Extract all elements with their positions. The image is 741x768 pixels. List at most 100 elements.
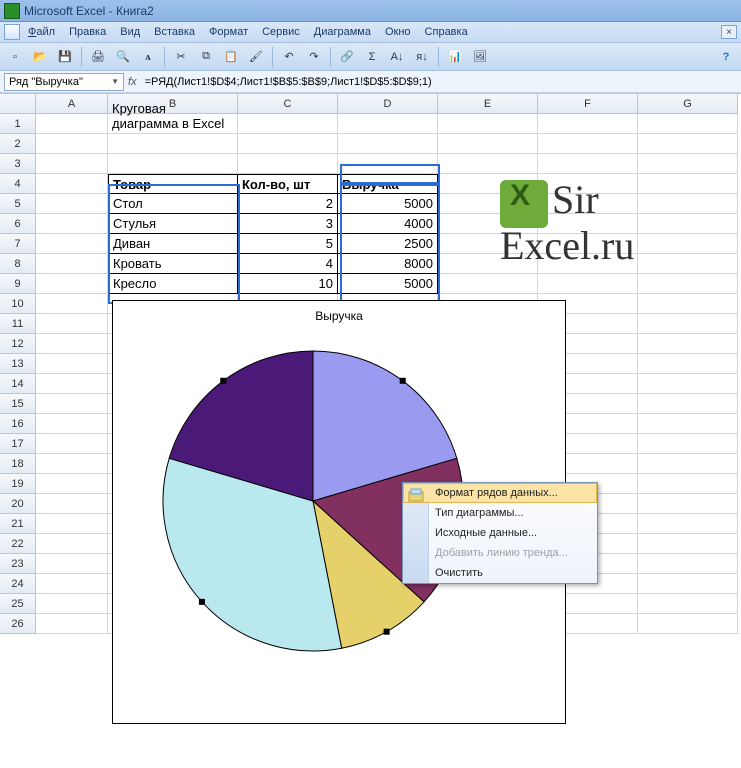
cell[interactable]: Кол-во, шт (238, 174, 338, 194)
cell[interactable] (638, 594, 738, 614)
autosum-icon[interactable]: Σ (361, 46, 383, 68)
cell[interactable] (638, 294, 738, 314)
cell[interactable]: Круговая диаграмма в Excel 2003 (108, 114, 238, 134)
cell[interactable] (638, 514, 738, 534)
selection-handle[interactable] (400, 378, 406, 384)
hyperlink-icon[interactable]: 🔗 (336, 46, 358, 68)
cell[interactable] (36, 194, 108, 214)
menu-window[interactable]: Окно (379, 24, 417, 40)
spellcheck-icon[interactable]: ᴀ (137, 46, 159, 68)
cell[interactable] (638, 154, 738, 174)
cell[interactable] (36, 574, 108, 594)
cell[interactable]: 4 (238, 254, 338, 274)
cell[interactable] (638, 414, 738, 434)
cell[interactable] (538, 274, 638, 294)
menu-insert[interactable]: Вставка (148, 24, 201, 40)
cell[interactable] (638, 454, 738, 474)
cell[interactable] (36, 394, 108, 414)
cell[interactable]: 5000 (338, 274, 438, 294)
cell[interactable] (36, 354, 108, 374)
cell[interactable]: 2500 (338, 234, 438, 254)
cell[interactable]: Кресло (108, 274, 238, 294)
cell[interactable] (338, 114, 438, 134)
row-header[interactable]: 13 (0, 354, 36, 374)
cell[interactable] (36, 614, 108, 634)
cell[interactable] (538, 254, 638, 274)
col-header[interactable] (0, 94, 36, 114)
cell[interactable] (638, 194, 738, 214)
cell[interactable] (338, 154, 438, 174)
row-header[interactable]: 25 (0, 594, 36, 614)
col-header[interactable]: C (238, 94, 338, 114)
formula-input[interactable] (141, 75, 737, 89)
row-header[interactable]: 2 (0, 134, 36, 154)
sort-desc-icon[interactable]: я↓ (411, 46, 433, 68)
col-header[interactable]: D (338, 94, 438, 114)
fx-icon[interactable]: fx (128, 76, 137, 88)
cell[interactable] (638, 614, 738, 634)
selection-handle[interactable] (199, 599, 205, 605)
cell[interactable] (538, 154, 638, 174)
cell[interactable] (638, 114, 738, 134)
menu-chart-type[interactable]: Тип диаграммы... (403, 503, 597, 523)
menu-format-series[interactable]: Формат рядов данных... (403, 483, 597, 503)
cell[interactable] (36, 294, 108, 314)
selection-handle[interactable] (220, 378, 226, 384)
row-header[interactable]: 15 (0, 394, 36, 414)
cell[interactable] (438, 134, 538, 154)
row-header[interactable]: 22 (0, 534, 36, 554)
chart-wizard-icon[interactable]: 📊 (444, 46, 466, 68)
row-header[interactable]: 16 (0, 414, 36, 434)
cell[interactable] (36, 114, 108, 134)
cell[interactable] (36, 214, 108, 234)
print-icon[interactable]: 🖨 (87, 46, 109, 68)
cell[interactable] (438, 174, 538, 194)
cell[interactable] (638, 274, 738, 294)
cell[interactable] (638, 494, 738, 514)
cut-icon[interactable]: ✂ (170, 46, 192, 68)
cell[interactable] (638, 474, 738, 494)
save-icon[interactable]: 💾 (54, 46, 76, 68)
copy-icon[interactable]: ⧉ (195, 46, 217, 68)
cell[interactable]: 2 (238, 194, 338, 214)
cell[interactable]: 4000 (338, 214, 438, 234)
cell[interactable] (36, 174, 108, 194)
cell[interactable] (36, 334, 108, 354)
cell[interactable] (36, 554, 108, 574)
cell[interactable] (538, 214, 638, 234)
cell[interactable]: Стулья (108, 214, 238, 234)
cell[interactable] (538, 194, 638, 214)
col-header[interactable]: A (36, 94, 108, 114)
cell[interactable] (36, 534, 108, 554)
row-header[interactable]: 6 (0, 214, 36, 234)
menu-source-data[interactable]: Исходные данные... (403, 523, 597, 543)
cell[interactable] (538, 114, 638, 134)
cell[interactable] (638, 434, 738, 454)
cell[interactable]: Стол (108, 194, 238, 214)
sort-asc-icon[interactable]: A↓ (386, 46, 408, 68)
cell[interactable] (338, 134, 438, 154)
menu-format[interactable]: Формат (203, 24, 254, 40)
redo-icon[interactable]: ↷ (303, 46, 325, 68)
cell[interactable] (638, 174, 738, 194)
cell[interactable] (638, 234, 738, 254)
cell[interactable] (36, 594, 108, 614)
paste-icon[interactable]: 📋 (220, 46, 242, 68)
menu-service[interactable]: Сервис (256, 24, 306, 40)
row-header[interactable]: 21 (0, 514, 36, 534)
menu-clear[interactable]: Очистить (403, 563, 597, 583)
cell[interactable]: Выручка (338, 174, 438, 194)
open-icon[interactable]: 📂 (29, 46, 51, 68)
cell[interactable]: 5000 (338, 194, 438, 214)
cell[interactable] (36, 414, 108, 434)
row-header[interactable]: 26 (0, 614, 36, 634)
cell[interactable] (638, 394, 738, 414)
row-header[interactable]: 14 (0, 374, 36, 394)
cell[interactable] (438, 194, 538, 214)
name-box[interactable]: Ряд "Выручка" ▼ (4, 73, 124, 91)
menu-file[interactable]: Файл (22, 24, 61, 40)
cell[interactable] (538, 174, 638, 194)
cell[interactable] (438, 274, 538, 294)
row-header[interactable]: 23 (0, 554, 36, 574)
row-header[interactable]: 18 (0, 454, 36, 474)
